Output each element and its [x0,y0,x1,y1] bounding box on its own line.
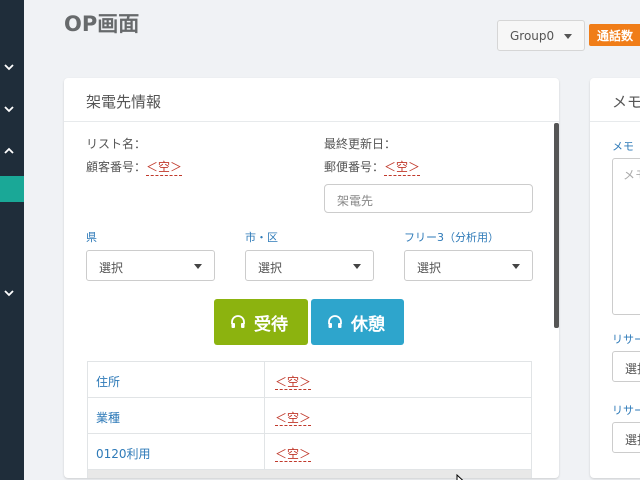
free3-label: フリー3（分析用） [404,231,499,244]
headphones-icon [327,314,343,330]
postal-code-label: 郵便番号： [324,160,385,174]
customer-number-value[interactable]: ＜空＞ [146,158,183,176]
callee-phone-input[interactable]: 架電先 [324,184,533,213]
prefecture-select-value: 選択 [99,261,124,275]
memo-textarea[interactable]: メモ [612,158,640,315]
chevron-up-icon[interactable] [2,144,16,158]
memo-title: メモ [590,78,640,122]
chevron-down-icon[interactable] [2,102,16,116]
customer-number-label: 顧客番号： [86,160,147,174]
accept-button[interactable]: 受待 [214,299,308,345]
city-select-value: 選択 [258,261,283,275]
group-select[interactable]: Group0 [497,20,585,51]
table-row: 0120利用 ＜空＞ [87,434,532,470]
caret-down-icon [194,264,202,269]
mouse-cursor-icon [456,471,466,480]
research2-select[interactable]: 選択 [612,422,640,453]
research2-label: リサーチ [612,404,640,417]
table-row: 住所 ＜空＞ [87,362,532,398]
callee-detail-table: 住所 ＜空＞ 業種 ＜空＞ 0120利用 ＜空＞ [87,361,532,478]
caret-down-icon [564,34,572,39]
research1-label: リサーチ [612,333,640,346]
research1-select[interactable]: 選択 [612,351,640,382]
caret-down-icon [512,264,520,269]
address-value[interactable]: ＜空＞ [275,375,312,390]
city-select[interactable]: 選択 [245,250,374,281]
address-key: 住所 [88,362,265,397]
city-label: 市・区 [245,231,278,244]
sidebar [0,0,24,480]
sidebar-active-item[interactable] [0,176,24,202]
tollfree-usage-key: 0120利用 [88,434,265,469]
postal-code-value[interactable]: ＜空＞ [384,158,421,176]
industry-value[interactable]: ＜空＞ [275,411,312,426]
chevron-down-icon[interactable] [2,286,16,300]
callee-info-card: 架電先情報 リスト名： 最終更新日： 顧客番号： ＜空＞ 郵便番号： ＜空＞ 架… [64,78,559,478]
free3-select-value: 選択 [417,261,442,275]
accept-button-label: 受待 [254,314,288,335]
tollfree-usage-value[interactable]: ＜空＞ [275,447,312,462]
calls-count-badge: 通話数 [589,24,640,46]
last-updated-label: 最終更新日： [324,137,397,151]
table-row: 業種 ＜空＞ [87,398,532,434]
memo-card: メモ メモ メモ リサーチ 選択 リサーチ 選択 [590,78,640,478]
list-name-label: リスト名： [86,137,147,151]
scrollbar[interactable] [554,123,559,328]
callee-info-title: 架電先情報 [64,78,559,122]
prefecture-select[interactable]: 選択 [86,250,215,281]
free3-select[interactable]: 選択 [404,250,533,281]
break-button[interactable]: 休憩 [311,299,404,345]
industry-key: 業種 [88,398,265,433]
break-button-label: 休憩 [351,314,385,335]
page-title: OP画面 [64,12,140,36]
prefecture-label: 県 [86,231,97,244]
chevron-down-icon[interactable] [2,60,16,74]
memo-label: メモ [612,140,634,153]
caret-down-icon [353,264,361,269]
headphones-icon [230,314,246,330]
group-select-value: Group0 [510,29,555,43]
